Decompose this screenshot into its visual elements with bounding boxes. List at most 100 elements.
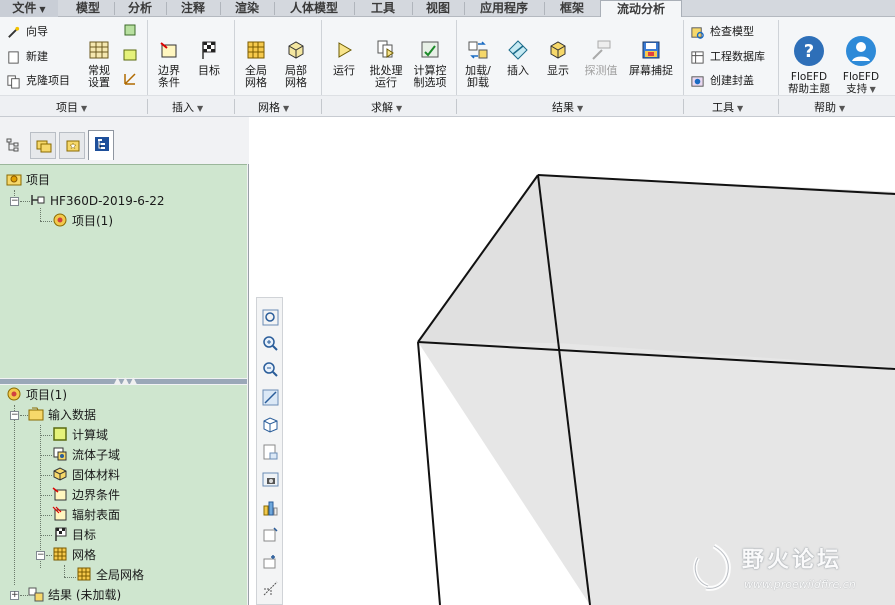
group-label-insert[interactable]: 插入 ▼ (172, 99, 203, 115)
tree-input-data-label: 输入数据 (48, 408, 97, 422)
new-project-label: 新建 (26, 50, 48, 63)
group-label-results[interactable]: 结果 ▼ (552, 99, 583, 115)
load-unload-button[interactable]: 加载/ 卸载 (462, 27, 494, 89)
tab-flow-analysis[interactable]: 流动分析 (600, 0, 682, 18)
collapse-toggle[interactable]: − (10, 197, 19, 206)
tree-item-solid-materials[interactable]: 固体材料 (52, 465, 120, 485)
repaint-button[interactable] (261, 388, 280, 407)
tab-annotate[interactable]: 注释 (170, 0, 216, 17)
help-topics-button[interactable]: ? FloEFD 帮助主题 (784, 23, 834, 95)
wizard-button[interactable]: 向导 (6, 23, 48, 41)
probe-label: 探测值 (584, 64, 618, 77)
group-label-mesh[interactable]: 网格 ▼ (258, 99, 289, 115)
display-button[interactable]: 显示 (543, 27, 573, 77)
box-edge (417, 341, 441, 605)
tree-item-project[interactable]: 项目(1) (52, 211, 113, 231)
probe-button[interactable]: 探测值 (582, 27, 620, 77)
tree-connector (20, 415, 28, 416)
group-label-help[interactable]: 帮助 ▼ (814, 99, 845, 115)
tab-manikin[interactable]: 人体模型 (278, 0, 350, 17)
component-icon[interactable] (122, 22, 138, 38)
check-model-button[interactable]: 检查模型 (690, 23, 754, 41)
zoom-in-button[interactable] (261, 334, 280, 353)
probe-icon (592, 40, 611, 60)
chevron-down-icon: ▼ (577, 104, 584, 113)
zoom-out-button[interactable] (261, 360, 280, 379)
display-style-button[interactable] (261, 470, 280, 489)
saved-orientations-button[interactable] (261, 415, 280, 434)
goal-button[interactable]: 目标 (194, 27, 224, 77)
group-label-project[interactable]: 项目 ▼ (56, 99, 87, 115)
perspective-button[interactable] (261, 498, 280, 517)
collapse-toggle[interactable]: − (10, 411, 19, 420)
tab-tools[interactable]: 工具 (358, 0, 408, 17)
tree-root-project-1[interactable]: 项目(1) (6, 385, 67, 405)
zoom-fit-button[interactable] (261, 308, 280, 327)
tab-flow-analysis-tree[interactable] (88, 130, 114, 160)
local-mesh-button[interactable]: 局部 网格 (281, 27, 311, 89)
datum-display-button[interactable] (261, 525, 280, 544)
graphics-window[interactable] (250, 117, 895, 605)
tab-analysis[interactable]: 分析 (118, 0, 162, 17)
tree-item-input-data[interactable]: 输入数据 (28, 405, 96, 425)
tab-framework[interactable]: 框架 (548, 0, 596, 17)
tree-item-results[interactable]: 结果 (未加载) (28, 585, 121, 605)
tab-favorites[interactable] (59, 132, 85, 159)
tree-item-fluid-subdomain[interactable]: 流体子域 (52, 445, 120, 465)
batch-run-button[interactable]: 批处理 运行 (366, 27, 406, 89)
engineering-db-button[interactable]: 工程数据库 (690, 48, 765, 66)
tab-view[interactable]: 视图 (416, 0, 460, 17)
calc-control-button[interactable]: 计算控 制选项 (410, 27, 450, 89)
clone-project-label: 克隆项目 (26, 74, 70, 87)
tree-item-boundary-conditions[interactable]: 边界条件 (52, 485, 120, 505)
tree-item-goals[interactable]: 目标 (52, 525, 96, 545)
support-button[interactable]: FloEFD 支持 ▼ (838, 23, 884, 96)
tab-folder-browser[interactable] (30, 132, 56, 159)
general-settings-button[interactable]: 常规 设置 (84, 27, 114, 89)
view-manager-icon (263, 444, 278, 460)
tree-item-computational-domain[interactable]: 计算域 (52, 425, 108, 445)
domain-box-icon[interactable] (122, 47, 138, 63)
new-project-button[interactable]: 新建 (6, 48, 48, 66)
model-tree-icon[interactable] (6, 138, 20, 152)
tree-item-radiative-surfaces[interactable]: 辐射表面 (52, 505, 120, 525)
local-mesh-icon (288, 41, 304, 59)
group-label-tools[interactable]: 工具 ▼ (712, 99, 743, 115)
clone-project-button[interactable]: 克隆项目 (6, 72, 70, 90)
tab-model[interactable]: 模型 (66, 0, 110, 17)
tree-item-mesh[interactable]: 网格 (52, 545, 96, 565)
tab-divider (166, 2, 167, 15)
tree-item-model[interactable]: HF360D-2019-6-22 (30, 191, 165, 211)
boundary-condition-icon (52, 487, 67, 501)
panel-splitter[interactable]: ▲▲▲ (0, 376, 247, 386)
global-mesh-button[interactable]: 全局 网格 (241, 27, 271, 89)
tree-connector (40, 455, 52, 456)
create-lid-button[interactable]: 创建封盖 (690, 72, 754, 90)
results-insert-button[interactable]: 插入 (503, 27, 533, 77)
view-manager-button[interactable] (261, 443, 280, 462)
left-panel: 项目 − HF360D-2019-6-22 项目(1) ▲▲▲ 项目(1) − … (0, 117, 249, 605)
perspective-icon (263, 501, 278, 516)
expand-toggle[interactable]: + (10, 591, 19, 600)
axis-display-button[interactable] (261, 579, 280, 598)
tree-item-label: 流体子域 (72, 448, 121, 462)
axes-icon[interactable] (122, 71, 138, 87)
boundary-condition-button[interactable]: 边界 条件 (154, 27, 184, 89)
tree-item-label: 边界条件 (72, 488, 121, 502)
run-button[interactable]: 运行 (329, 27, 359, 77)
screen-capture-button[interactable]: 屏幕捕捉 (626, 27, 676, 77)
group-label-text: 工具 (712, 101, 734, 114)
group-label-solve[interactable]: 求解 ▼ (371, 99, 402, 115)
tree-root-project[interactable]: 项目 (6, 170, 50, 190)
collapse-toggle[interactable]: − (36, 551, 45, 560)
tree-item-label: 辐射表面 (72, 508, 121, 522)
tab-render[interactable]: 渲染 (224, 0, 270, 17)
tab-file[interactable]: 文件 ▼ (0, 0, 58, 17)
tree-item-global-mesh[interactable]: 全局网格 (76, 565, 144, 585)
model-box-view[interactable] (250, 117, 895, 605)
zoom-in-icon (263, 336, 278, 351)
annotation-display-button[interactable] (261, 552, 280, 571)
tab-applications[interactable]: 应用程序 (468, 0, 540, 17)
tree-mesh-label: 网格 (72, 548, 97, 562)
tab-divider (220, 2, 221, 15)
